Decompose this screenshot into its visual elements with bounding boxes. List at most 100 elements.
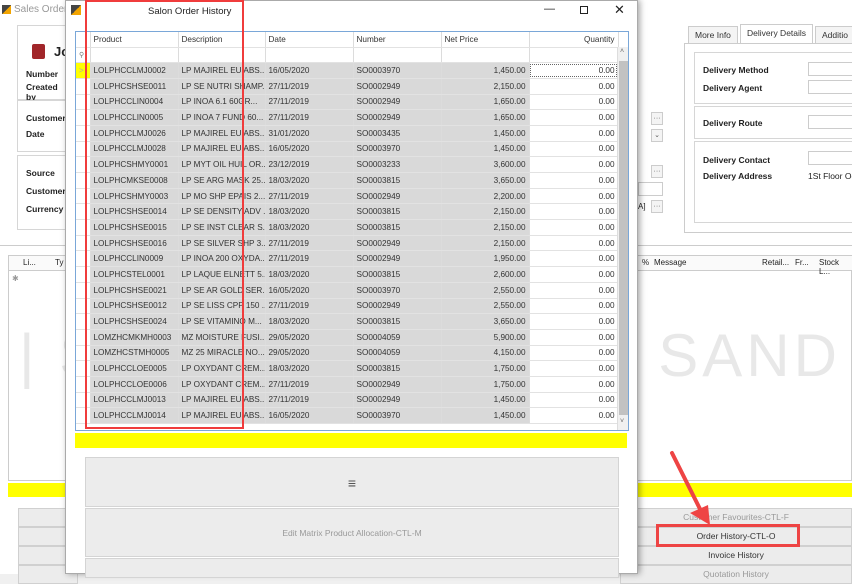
source-box: Source Customer Currency <box>17 155 67 230</box>
col-number[interactable]: Number <box>353 32 442 48</box>
cell-quantity[interactable]: 0.00 <box>529 188 619 205</box>
cell-net-price: 1,650.00 <box>441 94 530 111</box>
cell-net-price: 1,450.00 <box>441 407 530 424</box>
close-button[interactable]: ✕ <box>614 2 625 18</box>
delivery-method-input[interactable] <box>808 62 852 76</box>
currency-field[interactable]: A] <box>638 202 646 211</box>
col-free[interactable]: Fr... <box>795 258 809 267</box>
cell-net-price: 2,150.00 <box>441 78 530 95</box>
cell-quantity[interactable]: 0.00 <box>529 329 619 346</box>
minimize-button[interactable]: — <box>544 3 555 15</box>
menu-button[interactable]: ≡ <box>85 457 619 507</box>
cell-quantity[interactable]: 0.00 <box>529 345 619 362</box>
customer-field[interactable] <box>638 182 663 196</box>
delivery-route-input[interactable] <box>808 115 852 129</box>
tab-additional[interactable]: Additio <box>815 26 852 43</box>
tab-more-info[interactable]: More Info <box>688 26 738 43</box>
cell-quantity[interactable]: 0.00 <box>529 250 619 268</box>
col-message[interactable]: Message <box>654 258 686 267</box>
cell-number: SO0003815 <box>353 360 442 377</box>
cell-number: SO0004059 <box>353 329 442 346</box>
new-row-icon: ✱ <box>12 274 19 283</box>
col-discount[interactable]: % <box>642 258 649 267</box>
cell-number: SO0002949 <box>353 298 442 315</box>
delivery-address-label: Delivery Address <box>703 171 773 181</box>
cell-number: SO0002949 <box>353 78 442 95</box>
dialog-button-3[interactable] <box>85 558 619 578</box>
cell-number: SO0003435 <box>353 125 442 142</box>
cell-quantity[interactable]: 0.00 <box>529 141 619 158</box>
delivery-method-group: Delivery Method Delivery Agent <box>694 52 852 104</box>
cell-date: 27/11/2019 <box>265 109 354 126</box>
col-quantity[interactable]: Quantity <box>529 32 619 48</box>
col-date[interactable]: Date <box>265 32 354 48</box>
cell-quantity[interactable]: 0.00 <box>529 407 619 424</box>
cell-net-price: 2,150.00 <box>441 219 530 236</box>
cell-number: SO0003815 <box>353 203 442 221</box>
cell-quantity[interactable]: 0.00 <box>529 78 619 95</box>
date-dropdown-button[interactable]: ⌄ <box>651 129 663 142</box>
cell-date: 27/11/2019 <box>265 78 354 95</box>
cell-net-price: 4,150.00 <box>441 345 530 362</box>
cell-number: SO0003970 <box>353 282 442 299</box>
cell-date: 18/03/2020 <box>265 360 354 377</box>
delivery-agent-input[interactable] <box>808 80 852 94</box>
cell-quantity[interactable]: 0.00 <box>529 235 619 252</box>
cell-quantity[interactable]: 0.00 <box>529 219 619 236</box>
cell-quantity[interactable]: 0.00 <box>529 360 619 377</box>
quotation-history-button[interactable]: Quotation History <box>620 565 852 584</box>
cell-number: SO0003815 <box>353 219 442 236</box>
cell-number: SO0003815 <box>353 313 442 330</box>
scrollbar-thumb[interactable] <box>619 61 628 415</box>
cell-number: SO0002949 <box>353 235 442 252</box>
tab-delivery-details[interactable]: Delivery Details <box>740 24 814 44</box>
maximize-button[interactable] <box>580 6 588 14</box>
cell-net-price: 2,200.00 <box>441 188 530 205</box>
cell-number: SO0002949 <box>353 94 442 111</box>
cell-quantity[interactable]: 0.00 <box>529 392 619 409</box>
col-type[interactable]: Ty <box>55 258 63 267</box>
cell-quantity[interactable]: 0.00 <box>529 298 619 315</box>
arrow-icon <box>670 451 710 525</box>
col-retail[interactable]: Retail... <box>762 258 789 267</box>
invoice-history-button[interactable]: Invoice History <box>620 546 852 565</box>
cell-quantity[interactable]: 0.00 <box>529 109 619 126</box>
cell-quantity[interactable]: 0.00 <box>529 203 619 221</box>
currency-lookup-button[interactable]: ··· <box>651 200 663 213</box>
scroll-down-icon[interactable]: ˅ <box>620 418 624 425</box>
cell-net-price: 1,950.00 <box>441 250 530 268</box>
highlight-box-product-column <box>85 0 244 429</box>
source-label: Source <box>26 168 55 178</box>
scroll-up-icon[interactable]: ˄ <box>620 48 624 55</box>
cell-quantity[interactable]: 0.00 <box>529 94 619 111</box>
vertical-scrollbar[interactable]: ˄ ˅ <box>617 47 628 430</box>
delivery-contact-label: Delivery Contact <box>703 155 771 165</box>
delivery-address-value: 1St Floor Oc <box>808 171 852 181</box>
cell-date: 27/11/2019 <box>265 392 354 409</box>
col-line[interactable]: Li... <box>23 258 36 267</box>
cell-date: 27/11/2019 <box>265 235 354 252</box>
delivery-contact-input[interactable] <box>808 151 852 165</box>
cell-quantity[interactable]: 0.00 <box>529 376 619 393</box>
cell-number: SO0003970 <box>353 141 442 158</box>
cell-net-price: 1,750.00 <box>441 376 530 393</box>
cell-net-price: 1,650.00 <box>441 109 530 126</box>
cell-net-price: 2,600.00 <box>441 266 530 283</box>
created-by-label: Created by <box>26 82 58 102</box>
cell-quantity[interactable]: 0.00 <box>529 282 619 299</box>
edit-matrix-button[interactable]: Edit Matrix Product Allocation-CTL-M <box>85 508 619 557</box>
cell-quantity[interactable]: 0.00 <box>529 62 619 79</box>
cell-quantity[interactable]: 0.00 <box>529 172 619 189</box>
cell-quantity[interactable]: 0.00 <box>529 266 619 283</box>
cell-number: SO0002949 <box>353 376 442 393</box>
customer-lookup-button[interactable]: ··· <box>651 112 663 125</box>
source-lookup-button[interactable]: ··· <box>651 165 663 178</box>
cell-net-price: 1,750.00 <box>441 360 530 377</box>
cell-quantity[interactable]: 0.00 <box>529 125 619 142</box>
col-stock[interactable]: Stock L... <box>819 258 851 276</box>
col-net-price[interactable]: Net Price <box>441 32 530 48</box>
cell-net-price: 3,650.00 <box>441 172 530 189</box>
delivery-contact-group: Delivery Contact Delivery Address 1St Fl… <box>694 141 852 223</box>
cell-quantity[interactable]: 0.00 <box>529 156 619 173</box>
cell-quantity[interactable]: 0.00 <box>529 313 619 330</box>
